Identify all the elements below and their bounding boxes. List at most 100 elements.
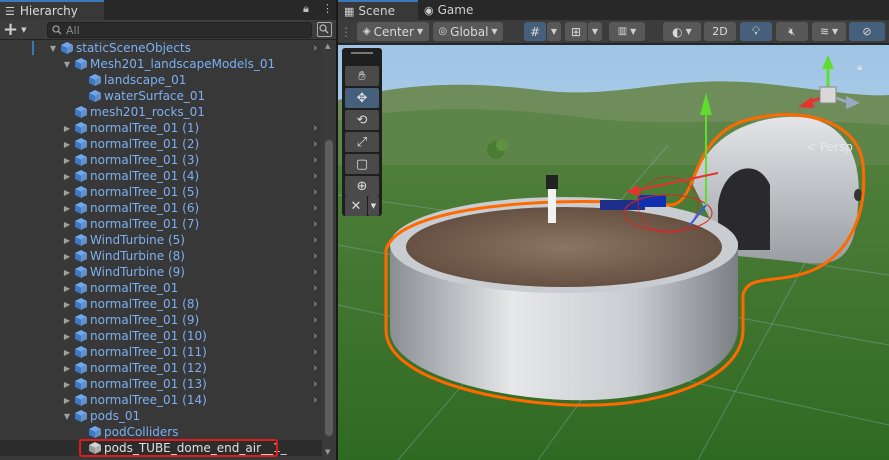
foldout-collapsed-icon[interactable]: ▶	[62, 280, 72, 296]
rect-tool-button[interactable]: ▢	[345, 154, 379, 174]
chevron-right-icon[interactable]: ›	[313, 280, 317, 296]
audio-toggle-button[interactable]: 🔇︎	[776, 22, 808, 41]
tool-palette-grip[interactable]	[351, 52, 373, 54]
create-add-button[interactable]: + ▼	[3, 20, 33, 38]
foldout-collapsed-icon[interactable]: ▶	[62, 264, 72, 280]
hierarchy-row[interactable]: ▼ pods_01	[0, 408, 322, 424]
kebab-menu-icon[interactable]: ⋮	[322, 2, 333, 15]
hierarchy-row[interactable]: podColliders	[0, 424, 322, 440]
chevron-right-icon[interactable]: ›	[313, 120, 317, 136]
pivot-mode-dropdown[interactable]: ◈ Center ▼	[357, 22, 429, 41]
foldout-collapsed-icon[interactable]: ▶	[62, 312, 72, 328]
rotate-tool-button[interactable]: ⟲	[345, 110, 379, 130]
2d-toggle-button[interactable]: 2D	[704, 22, 736, 41]
hierarchy-row[interactable]: ▶ normalTree_01 (10) ›	[0, 328, 322, 344]
hierarchy-row[interactable]: ▶ normalTree_01 (11) ›	[0, 344, 322, 360]
foldout-collapsed-icon[interactable]: ▶	[62, 392, 72, 408]
chevron-right-icon[interactable]: ›	[313, 360, 317, 376]
effects-dropdown-button[interactable]: ≋ ▼	[812, 22, 846, 41]
foldout-expanded-icon[interactable]: ▼	[62, 408, 72, 424]
increment-snap-button[interactable]: ⊞	[565, 22, 587, 41]
hierarchy-row[interactable]: ▶ normalTree_01 (13) ›	[0, 376, 322, 392]
hierarchy-row[interactable]: ▶ WindTurbine (8) ›	[0, 248, 322, 264]
transform-tool-button[interactable]: ⊕	[345, 176, 379, 196]
scroll-down-arrow-icon[interactable]: ▼	[325, 448, 330, 456]
hierarchy-row[interactable]: ▶ WindTurbine (9) ›	[0, 264, 322, 280]
chevron-right-icon[interactable]: ›	[313, 216, 317, 232]
foldout-collapsed-icon[interactable]: ▶	[62, 216, 72, 232]
foldout-collapsed-icon[interactable]: ▶	[62, 328, 72, 344]
hierarchy-row[interactable]: ▶ normalTree_01 (3) ›	[0, 152, 322, 168]
move-tool-button[interactable]: ✥	[345, 88, 379, 108]
foldout-expanded-icon[interactable]: ▼	[62, 56, 72, 72]
chevron-right-icon[interactable]: ›	[313, 328, 317, 344]
chevron-right-icon[interactable]: ›	[313, 152, 317, 168]
hierarchy-row[interactable]: ▶ normalTree_01 (5) ›	[0, 184, 322, 200]
chevron-right-icon[interactable]: ›	[313, 168, 317, 184]
foldout-collapsed-icon[interactable]: ▶	[62, 296, 72, 312]
custom-tool-button[interactable]: ✕	[345, 196, 367, 216]
tab-scene[interactable]: ▦ Scene	[338, 0, 418, 20]
tab-game[interactable]: ◉ Game	[418, 0, 488, 20]
foldout-collapsed-icon[interactable]: ▶	[62, 152, 72, 168]
foldout-collapsed-icon[interactable]: ▶	[62, 248, 72, 264]
chevron-right-icon[interactable]: ›	[313, 392, 317, 408]
foldout-collapsed-icon[interactable]: ▶	[62, 232, 72, 248]
gizmo-lock-icon[interactable]: 🔒︎	[857, 62, 862, 73]
hierarchy-row[interactable]: ▶ WindTurbine (5) ›	[0, 232, 322, 248]
shading-mode-button[interactable]: ◐ ▼	[663, 22, 701, 41]
tab-hierarchy[interactable]: ☰ Hierarchy	[0, 0, 104, 20]
chevron-right-icon[interactable]: ›	[313, 312, 317, 328]
scale-tool-button[interactable]: ⤢	[345, 132, 379, 152]
chevron-right-icon[interactable]: ›	[313, 200, 317, 216]
hierarchy-search-field[interactable]: All	[47, 22, 312, 38]
scene-viewport[interactable]: ✋︎ ✥ ⟲ ⤢ ▢ ⊕ ✕ ▼ 🔒︎ < Persp	[338, 45, 889, 460]
foldout-collapsed-icon[interactable]: ▶	[62, 360, 72, 376]
hierarchy-row[interactable]: ▶ normalTree_01 ›	[0, 280, 322, 296]
foldout-collapsed-icon[interactable]: ▶	[62, 168, 72, 184]
grid-snapping-button[interactable]: #	[524, 22, 546, 41]
lighting-toggle-button[interactable]: 💡︎	[740, 22, 772, 41]
hierarchy-row[interactable]: ▶ normalTree_01 (7) ›	[0, 216, 322, 232]
foldout-collapsed-icon[interactable]: ▶	[62, 200, 72, 216]
foldout-collapsed-icon[interactable]: ▶	[62, 184, 72, 200]
lock-icon[interactable]: 🔒︎	[303, 2, 309, 16]
draw-mode-button[interactable]: ▥ ▼	[609, 22, 645, 41]
hierarchy-row[interactable]: ▼ Mesh201_landscapeModels_01	[0, 56, 322, 72]
hierarchy-row[interactable]: ▶ normalTree_01 (1) ›	[0, 120, 322, 136]
search-filter-button[interactable]	[317, 22, 332, 37]
chevron-right-icon[interactable]: ›	[313, 264, 317, 280]
hierarchy-row[interactable]: ▶ normalTree_01 (12) ›	[0, 360, 322, 376]
perspective-label[interactable]: < Persp	[806, 140, 853, 154]
hierarchy-row[interactable]: ▶ normalTree_01 (2) ›	[0, 136, 322, 152]
pivot-rotation-dropdown[interactable]: ◎ Global ▼	[433, 22, 503, 41]
chevron-right-icon[interactable]: ›	[313, 232, 317, 248]
foldout-collapsed-icon[interactable]: ▶	[62, 136, 72, 152]
hierarchy-scrollbar[interactable]: ▲ ▼	[322, 40, 336, 460]
hierarchy-row[interactable]: waterSurface_01	[0, 88, 322, 104]
hierarchy-row[interactable]: ▶ normalTree_01 (6) ›	[0, 200, 322, 216]
hierarchy-row[interactable]: mesh201_rocks_01	[0, 104, 322, 120]
foldout-expanded-icon[interactable]: ▼	[48, 40, 58, 56]
chevron-right-icon[interactable]: ›	[313, 136, 317, 152]
hierarchy-row[interactable]: ▶ normalTree_01 (8) ›	[0, 296, 322, 312]
scroll-up-arrow-icon[interactable]: ▲	[325, 42, 330, 50]
chevron-right-icon[interactable]: ›	[313, 184, 317, 200]
hierarchy-row[interactable]: ▶ normalTree_01 (14) ›	[0, 392, 322, 408]
increment-snap-dropdown[interactable]: ▼	[588, 22, 602, 41]
foldout-collapsed-icon[interactable]: ▶	[62, 120, 72, 136]
scrollbar-thumb[interactable]	[325, 140, 333, 436]
chevron-right-icon[interactable]: ›	[313, 344, 317, 360]
hierarchy-row[interactable]: landscape_01	[0, 72, 322, 88]
chevron-right-icon[interactable]: ›	[313, 296, 317, 312]
chevron-right-icon[interactable]: ›	[313, 248, 317, 264]
grid-snapping-dropdown[interactable]: ▼	[547, 22, 561, 41]
foldout-collapsed-icon[interactable]: ▶	[62, 344, 72, 360]
chevron-right-icon[interactable]: ›	[313, 40, 317, 56]
hierarchy-row[interactable]: ▼ staticSceneObjects ›	[0, 40, 322, 56]
hierarchy-row[interactable]: ▶ normalTree_01 (4) ›	[0, 168, 322, 184]
hand-tool-button[interactable]: ✋︎	[345, 66, 379, 86]
hierarchy-row[interactable]: ▶ normalTree_01 (9) ›	[0, 312, 322, 328]
foldout-collapsed-icon[interactable]: ▶	[62, 376, 72, 392]
scene-visibility-toggle[interactable]: ⊘	[849, 22, 885, 41]
